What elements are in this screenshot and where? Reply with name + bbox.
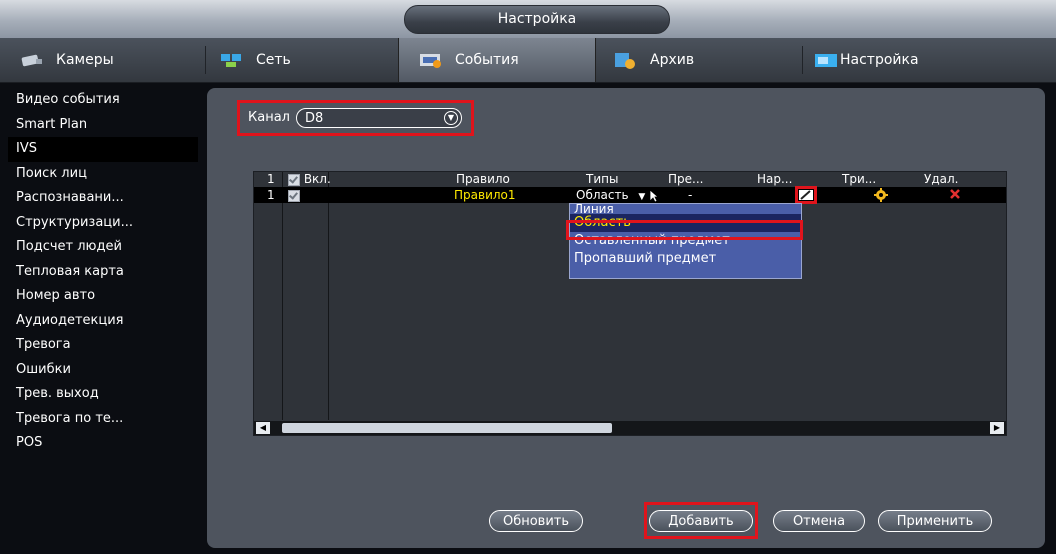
scroll-left-icon[interactable]: ◀ <box>256 422 270 434</box>
row-preset: - <box>688 188 693 202</box>
checkbox-icon <box>288 189 300 202</box>
tab-settings[interactable]: Настройка <box>812 38 992 82</box>
tab-events[interactable]: События <box>398 38 596 82</box>
checkbox-icon <box>288 173 300 186</box>
tab-cameras[interactable]: Камеры <box>18 38 198 82</box>
sidebar-item-alarm-output[interactable]: Трев. выход <box>8 382 198 407</box>
scrollbar-thumb[interactable] <box>282 423 612 433</box>
channel-value: D8 <box>305 111 324 126</box>
tab-label: События <box>455 52 519 68</box>
tab-label: Сеть <box>256 52 291 68</box>
camera-icon <box>18 50 46 70</box>
sidebar-item-alarm[interactable]: Тревога <box>8 333 198 358</box>
tab-label: Архив <box>650 52 695 68</box>
dropdown-option-abandoned-object[interactable]: Оставленный предмет <box>570 232 801 250</box>
row-type-value: Область <box>576 188 629 202</box>
dropdown-arrow-icon: ▼ <box>638 192 646 202</box>
sidebar: Видео события Smart Plan IVS Поиск лиц Р… <box>8 88 198 456</box>
header-preset: Пре... <box>668 172 704 186</box>
column-divider <box>328 172 329 420</box>
horizontal-scrollbar[interactable]: ◀ ▶ <box>254 421 1006 435</box>
sidebar-item-temperature-alarm[interactable]: Тревога по те... <box>8 407 198 432</box>
cursor-icon <box>649 188 660 203</box>
row-rule-name[interactable]: Правило1 <box>454 187 516 203</box>
tab-separator <box>205 46 206 74</box>
header-type: Типы <box>586 172 619 186</box>
events-icon <box>417 50 445 70</box>
trigger-settings-button[interactable] <box>874 188 888 206</box>
channel-select[interactable]: D8 ▼ <box>296 108 462 128</box>
gear-icon <box>874 188 888 202</box>
column-divider <box>282 172 283 420</box>
refresh-button[interactable]: Обновить <box>489 510 583 532</box>
add-button[interactable]: Добавить <box>649 510 753 532</box>
sidebar-item-pos[interactable]: POS <box>8 431 198 456</box>
sidebar-item-ivs[interactable]: IVS <box>8 137 198 162</box>
tab-label: Настройка <box>840 52 919 68</box>
tab-separator <box>802 46 803 74</box>
header-trigger: Три... <box>842 172 877 186</box>
sidebar-item-smart-plan[interactable]: Smart Plan <box>8 113 198 138</box>
chevron-down-icon: ▼ <box>444 111 458 125</box>
tab-network[interactable]: Сеть <box>218 38 388 82</box>
settings-icon <box>812 50 840 70</box>
table-header: 1 Вкл. Правило Типы Пре... Нар... Три...… <box>254 172 1006 187</box>
tab-archive[interactable]: Архив <box>612 38 792 82</box>
sidebar-item-video-events[interactable]: Видео события <box>8 88 198 113</box>
sidebar-item-audio-detection[interactable]: Аудиодетекция <box>8 309 198 334</box>
dropdown-option-area[interactable]: Область <box>570 214 801 232</box>
row-enable-checkbox[interactable] <box>288 187 300 203</box>
header-delete: Удал. <box>924 172 959 186</box>
sidebar-item-face-search[interactable]: Поиск лиц <box>8 162 198 187</box>
title-bar: Настройка <box>0 0 1056 38</box>
main-tab-bar: Камеры Сеть События Архив Настройка <box>0 38 1056 83</box>
table-row[interactable]: 1 Правило1 Область ▼ - <box>254 186 1006 206</box>
type-dropdown-list: Линия Область Оставленный предмет Пропав… <box>569 203 802 279</box>
draw-button[interactable] <box>795 186 817 204</box>
sidebar-item-license-plate[interactable]: Номер авто <box>8 284 198 309</box>
sidebar-item-people-counting[interactable]: Подсчет людей <box>8 235 198 260</box>
window-title: Настройка <box>404 5 670 34</box>
dropdown-option-missing-object[interactable]: Пропавший предмет <box>570 250 801 268</box>
close-icon <box>950 189 960 199</box>
header-draw: Нар... <box>757 172 793 186</box>
header-number: 1 <box>267 172 275 186</box>
apply-button[interactable]: Применить <box>878 510 992 532</box>
pencil-icon <box>799 190 813 200</box>
network-icon <box>218 50 246 70</box>
delete-rule-button[interactable] <box>949 188 961 204</box>
dropdown-option-line[interactable]: Линия <box>570 204 801 214</box>
sidebar-item-structurization[interactable]: Структуризаци... <box>8 211 198 236</box>
cancel-button[interactable]: Отмена <box>773 510 865 532</box>
archive-icon <box>612 50 640 70</box>
sidebar-item-errors[interactable]: Ошибки <box>8 358 198 383</box>
tab-label: Камеры <box>56 52 114 68</box>
sidebar-item-recognition[interactable]: Распознавани... <box>8 186 198 211</box>
channel-highlight-box: Канал D8 ▼ <box>237 100 474 136</box>
main-panel: Канал D8 ▼ 1 Вкл. Правило Типы Пре... На… <box>207 88 1045 548</box>
sidebar-item-heat-map[interactable]: Тепловая карта <box>8 260 198 285</box>
scroll-right-icon[interactable]: ▶ <box>990 422 1004 434</box>
header-rule: Правило <box>456 172 510 186</box>
header-enable-label: Вкл. <box>303 172 331 186</box>
header-enable[interactable]: Вкл. <box>288 172 331 187</box>
row-number: 1 <box>267 188 275 202</box>
channel-label: Канал <box>248 110 290 125</box>
